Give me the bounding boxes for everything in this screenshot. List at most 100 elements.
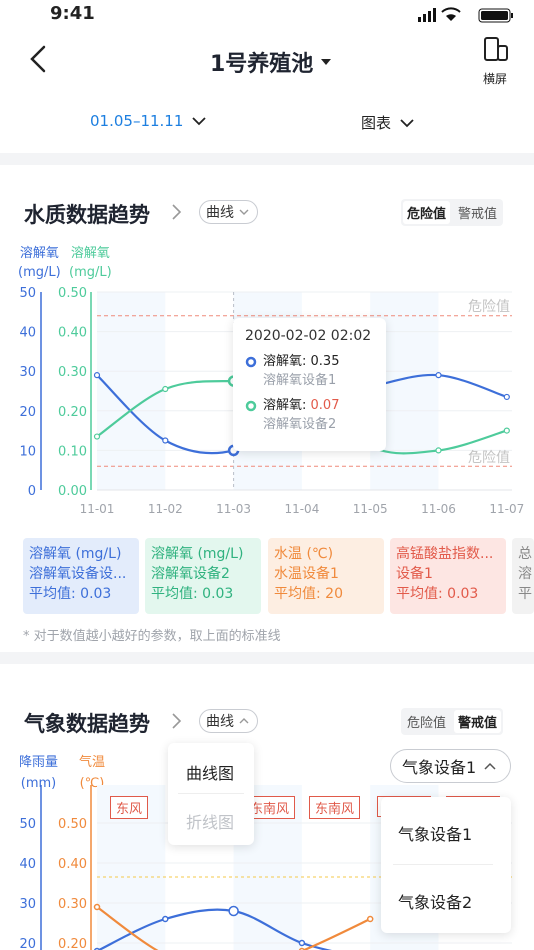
menu-item-device2[interactable]: 气象设备2: [398, 889, 472, 913]
metric-card[interactable]: 总 溶 平: [512, 538, 534, 614]
warning-tab[interactable]: 警戒值: [452, 199, 503, 226]
water-threshold-toggle[interactable]: 危险值 警戒值: [401, 199, 504, 226]
pond-selector[interactable]: 1号养殖池: [210, 46, 333, 78]
card-device: 溶: [518, 566, 532, 582]
card-device: 水温设备1: [274, 566, 339, 582]
weather-mode-select[interactable]: 曲线: [199, 709, 258, 733]
tooltip-row-1: 溶解氧: 0.35 溶解氧设备1: [245, 352, 374, 390]
water-mode-text: 曲线: [206, 205, 234, 221]
water-axis2-label: 溶解氧 (mg/L): [69, 244, 112, 282]
axis2-name: 气温: [79, 755, 106, 770]
chevron-up-icon: [239, 718, 249, 724]
y-right-tick: 0.50: [58, 286, 87, 301]
card-title: 总: [518, 546, 532, 562]
wind-tag: 东南风: [309, 796, 361, 819]
chevron-right-icon[interactable]: [170, 712, 182, 730]
card-title: 水温 (℃): [274, 546, 334, 562]
x-tick: 11-02: [148, 502, 183, 516]
x-tick: 11-03: [216, 502, 251, 516]
y-right-tick: 0.10: [58, 444, 87, 459]
y-left-tick: 40: [19, 326, 36, 341]
axis1-name: 降雨量: [19, 755, 59, 770]
tooltip-row-2: 溶解氧: 0.07 溶解氧设备2: [245, 396, 374, 434]
y-right-tick: 0.20: [58, 405, 87, 420]
date-range-text: 01.05–11.11: [90, 112, 184, 130]
tooltip-r2-device: 溶解氧设备2: [263, 417, 337, 432]
data-point: [228, 905, 239, 917]
danger-tab[interactable]: 危险值: [403, 201, 451, 224]
y-left-tick: 30: [19, 897, 36, 912]
landscape-label: 横屏: [482, 72, 507, 86]
menu-divider: [393, 864, 493, 865]
y-left-tick: 50: [19, 286, 36, 301]
menu-item-curve[interactable]: 曲线图: [186, 760, 234, 784]
x-tick: 11-04: [284, 502, 319, 516]
chevron-down-icon: [400, 118, 414, 127]
data-point: [162, 915, 169, 923]
app-root: 9:41 1号养殖池 横屏 01.05–11.11 图表 水质数据趋势 曲线 危…: [0, 0, 534, 950]
y-left-tick: 50: [19, 817, 36, 832]
water-mode-select[interactable]: 曲线: [199, 200, 258, 224]
device-select[interactable]: 气象设备1: [390, 749, 511, 783]
weather-mode-text: 曲线: [206, 714, 234, 730]
card-title: 溶解氧 (mg/L): [29, 546, 122, 562]
metric-card[interactable]: 溶解氧 (mg/L) 溶解氧设备2 平均值: 0.03: [145, 538, 261, 614]
standard-note: * 对于数值越小越好的参数，取上面的标准线: [23, 629, 281, 644]
data-point: [366, 915, 374, 923]
y-left-tick: 30: [19, 365, 36, 380]
menu-item-device1[interactable]: 气象设备1: [398, 821, 472, 845]
data-point: [162, 437, 169, 444]
data-point: [93, 903, 101, 911]
chevron-down-icon: [239, 209, 249, 215]
card-avg: 平均值: 0.03: [396, 586, 479, 602]
x-tick: 11-07: [489, 502, 524, 516]
page-title: 1号养殖池: [210, 52, 314, 77]
tooltip-time: 2020-02-02 02:02: [245, 328, 372, 344]
y-right-tick: 0.30: [58, 365, 87, 380]
data-point: [298, 939, 306, 947]
data-point: [435, 372, 442, 379]
caret-down-icon: [321, 59, 332, 65]
date-range-filter[interactable]: 01.05–11.11: [90, 112, 207, 130]
series-dot-icon: [245, 356, 257, 368]
data-point: [162, 385, 169, 393]
view-filter[interactable]: 图表: [361, 112, 415, 133]
y-right-tick: 0.40: [58, 326, 87, 341]
data-point: [503, 427, 510, 434]
card-device: 溶解氧设备设...: [29, 566, 127, 582]
tooltip-r2-value: 0.07: [310, 398, 340, 413]
metric-card[interactable]: 水温 (℃) 水温设备1 平均值: 20: [268, 538, 384, 614]
landscape-button[interactable]: 横屏: [478, 36, 512, 87]
tooltip-r2-label: 溶解氧:: [263, 398, 311, 413]
status-icons: [418, 7, 518, 27]
metric-card[interactable]: 溶解氧 (mg/L) 溶解氧设备设... 平均值: 0.03: [23, 538, 139, 614]
water-title: 水质数据趋势: [24, 203, 150, 227]
card-title: 高锰酸盐指数...: [396, 546, 494, 562]
y-left-tick: 10: [19, 444, 36, 459]
danger-tab[interactable]: 危险值: [401, 708, 452, 735]
back-icon: [30, 45, 46, 73]
device-dropdown: 气象设备1 气象设备2: [381, 797, 511, 933]
series-dot-icon: [245, 400, 257, 412]
rotate-screen-icon: [484, 37, 508, 61]
metric-card[interactable]: 高锰酸盐指数... 设备1 平均值: 0.03: [390, 538, 506, 614]
card-avg: 平均值: 20: [274, 586, 343, 602]
data-point: [93, 372, 101, 379]
view-text: 图表: [361, 114, 392, 132]
chevron-right-icon[interactable]: [170, 203, 182, 221]
menu-item-polyline[interactable]: 折线图: [186, 809, 234, 833]
y-left-tick: 40: [19, 857, 36, 872]
mode-dropdown: 曲线图 折线图: [168, 743, 254, 845]
card-avg: 平: [518, 586, 532, 602]
warning-tab[interactable]: 警戒值: [454, 710, 502, 733]
device-select-text: 气象设备1: [402, 758, 477, 777]
danger-bottom-label: 危险值: [468, 450, 510, 466]
weather-threshold-toggle[interactable]: 危险值 警戒值: [401, 708, 504, 735]
data-point: [503, 393, 510, 401]
chart-tooltip: 2020-02-02 02:02 溶解氧: 0.35 溶解氧设备1 溶解氧: 0…: [233, 318, 386, 451]
y-left-tick: 0: [28, 484, 36, 499]
back-button[interactable]: [28, 44, 48, 78]
weather-title: 气象数据趋势: [24, 712, 150, 736]
tooltip-r1-device: 溶解氧设备1: [263, 373, 337, 388]
card-avg: 平均值: 0.03: [29, 586, 112, 602]
